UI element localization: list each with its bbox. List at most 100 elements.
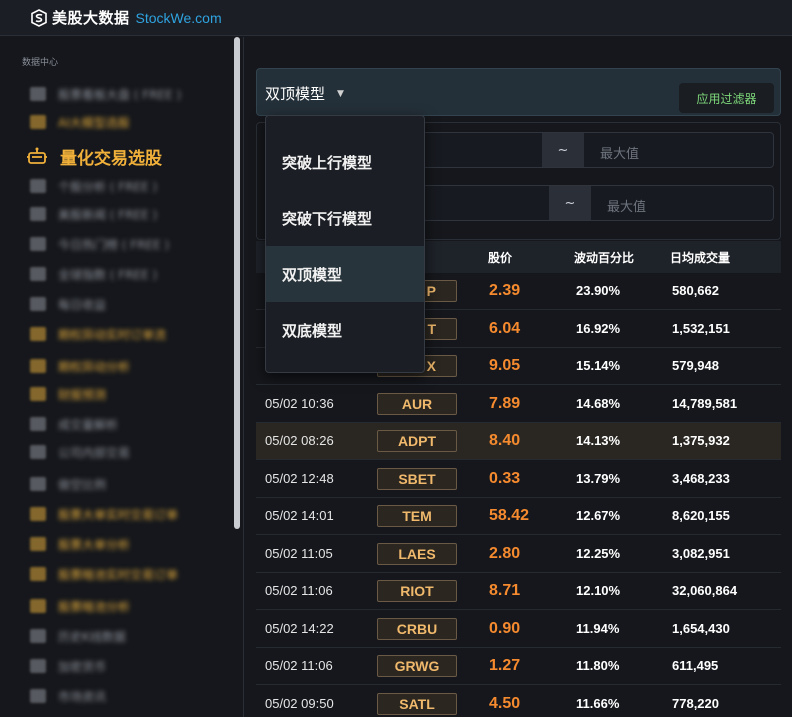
- sidebar-item-icon: [30, 659, 46, 673]
- sidebar-item[interactable]: 股票暗池实时交易订单: [30, 563, 178, 585]
- sidebar-item-active[interactable]: 量化交易选股: [26, 145, 162, 169]
- sidebar-item[interactable]: 历史K线数据: [30, 625, 126, 647]
- sidebar-item-label: 加密货币: [58, 659, 107, 674]
- sidebar-item-label: 美股新闻 ( FREE ): [58, 207, 158, 222]
- avg-volume-cell: 3,082,951: [672, 545, 730, 561]
- price-cell: 8.71: [489, 582, 521, 599]
- change-pct-cell: 12.67%: [576, 508, 621, 523]
- max-value-input[interactable]: 最大值: [607, 196, 646, 215]
- sidebar-item-icon: [30, 115, 46, 129]
- sidebar-item[interactable]: 个股分析 ( FREE ): [30, 175, 157, 197]
- avg-volume-cell: 1,375,932: [672, 433, 730, 448]
- change-pct-cell: 12.25%: [576, 545, 621, 561]
- avg-volume-cell: 8,620,155: [672, 508, 730, 523]
- price-cell: 2.39: [489, 282, 521, 299]
- sidebar-scrollbar[interactable]: [234, 37, 240, 529]
- sidebar-item[interactable]: 期权异动实时订单流: [30, 323, 166, 345]
- symbol-tag[interactable]: SBET: [377, 467, 457, 490]
- sidebar-item[interactable]: 加密货币: [30, 655, 106, 677]
- time-cell: 05/02 11:06: [265, 658, 333, 673]
- symbol-tag[interactable]: ADPT: [377, 430, 457, 452]
- table-row[interactable]: 05/02 11:06 GRWG 1.27 11.80% 611,495: [256, 648, 781, 685]
- time-cell: 05/02 14:22: [265, 620, 334, 636]
- change-pct-cell: 14.13%: [576, 433, 621, 448]
- sidebar-item-icon: [30, 207, 46, 221]
- sidebar-item-label: 每日收益: [58, 297, 107, 312]
- max-value-input[interactable]: 最大值: [600, 143, 639, 162]
- sidebar-item[interactable]: 财报预测: [30, 383, 106, 405]
- model-select[interactable]: 双顶模型 ▼: [265, 83, 344, 104]
- table-row[interactable]: 05/02 12:48 SBET 0.33 13.79% 3,468,233: [256, 461, 781, 498]
- symbol-tag[interactable]: AUR: [377, 392, 457, 415]
- sidebar-item[interactable]: 期权异动分析: [30, 355, 130, 377]
- price-cell: 1.27: [489, 657, 521, 674]
- time-cell: 05/02 12:48: [265, 470, 334, 486]
- sidebar-item[interactable]: 今日热门榜 ( FREE ): [30, 233, 169, 255]
- sidebar-item[interactable]: 做空比例: [30, 473, 106, 495]
- sidebar-section-title: 数据中心: [22, 58, 59, 68]
- dropdown-option[interactable]: 双顶模型: [266, 246, 424, 302]
- sidebar-item[interactable]: 成交量解析: [30, 413, 118, 435]
- table-row[interactable]: 05/02 10:36 AUR 7.89 14.68% 14,789,581: [256, 386, 781, 423]
- filter-bar: 双顶模型 ▼ 应用过滤器: [256, 68, 781, 116]
- model-select-value: 双顶模型: [265, 85, 326, 103]
- column-header-price[interactable]: 股价: [488, 249, 512, 266]
- time-cell: 05/02 14:01: [265, 508, 334, 523]
- brand-name[interactable]: 美股大数据: [52, 7, 130, 28]
- table-row[interactable]: 05/02 08:26 ADPT 8.40 14.13% 1,375,932: [256, 423, 781, 460]
- price-cell: 4.50: [489, 694, 521, 712]
- price-cell: 7.89: [489, 394, 521, 412]
- sidebar-item-label: 股票暗池分析: [58, 599, 131, 614]
- table-row[interactable]: 05/02 09:50 SATL 4.50 11.66% 778,220: [256, 686, 781, 717]
- sidebar-item[interactable]: 股票暗池分析: [30, 595, 130, 617]
- range-separator: ~: [542, 133, 584, 167]
- sidebar-item[interactable]: 市场资讯: [30, 685, 106, 707]
- sidebar-item-icon: [30, 387, 46, 401]
- sidebar-item-label: AI大模型选股: [58, 115, 130, 130]
- avg-volume-cell: 580,662: [672, 283, 719, 298]
- sidebar-item-label: 股票大单分析: [58, 537, 131, 552]
- apply-filter-button[interactable]: 应用过滤器: [679, 83, 774, 113]
- caret-down-icon: ▼: [337, 88, 344, 99]
- dropdown-option[interactable]: 突破上行模型: [266, 134, 424, 190]
- table-row[interactable]: 05/02 14:01 TEM 58.42 12.67% 8,620,155: [256, 498, 781, 535]
- sidebar-item-icon: [30, 599, 46, 613]
- sidebar-item-icon: [30, 445, 46, 459]
- sidebar-item[interactable]: 全球指数 ( FREE ): [30, 263, 157, 285]
- sidebar-item[interactable]: 公司内部交易: [30, 441, 130, 463]
- dropdown-option[interactable]: 双底模型: [266, 302, 424, 358]
- sidebar-item-label: 公司内部交易: [58, 445, 131, 460]
- symbol-tag[interactable]: GRWG: [377, 655, 457, 677]
- logo-icon[interactable]: [30, 8, 48, 27]
- change-pct-cell: 16.92%: [576, 320, 621, 336]
- change-pct-cell: 11.66%: [576, 695, 620, 711]
- symbol-tag[interactable]: CRBU: [377, 617, 457, 640]
- symbol-tag[interactable]: TEM: [377, 505, 457, 527]
- avg-volume-cell: 32,060,864: [672, 583, 738, 598]
- sidebar-item-label: 全球指数 ( FREE ): [58, 267, 158, 282]
- price-cell: 6.04: [489, 319, 521, 337]
- symbol-tag[interactable]: LAES: [377, 542, 457, 565]
- sidebar-item[interactable]: 每日收益: [30, 293, 106, 315]
- column-header-change-pct[interactable]: 波动百分比: [574, 249, 634, 266]
- price-cell: 8.40: [489, 432, 521, 449]
- column-header-avg-volume[interactable]: 日均成交量: [670, 249, 730, 266]
- price-cell: 0.90: [489, 619, 521, 637]
- sidebar-item[interactable]: 股票大单实时交易订单: [30, 503, 178, 525]
- table-row[interactable]: 05/02 11:05 LAES 2.80 12.25% 3,082,951: [256, 536, 781, 573]
- table-row[interactable]: 05/02 14:22 CRBU 0.90 11.94% 1,654,430: [256, 611, 781, 648]
- sidebar-item[interactable]: 股票大单分析: [30, 533, 130, 555]
- sidebar: 数据中心 股票看板大盘 ( FREE ) AI大模型选股个股分析 ( FREE )…: [0, 37, 244, 717]
- sidebar-item-label: 股票暗池实时交易订单: [58, 567, 179, 582]
- sidebar-item[interactable]: 美股新闻 ( FREE ): [30, 203, 157, 225]
- symbol-tag[interactable]: SATL: [377, 692, 457, 715]
- sidebar-item[interactable]: AI大模型选股: [30, 111, 130, 133]
- avg-volume-cell: 14,789,581: [672, 395, 738, 411]
- change-pct-cell: 11.80%: [576, 658, 620, 673]
- symbol-tag[interactable]: RIOT: [377, 580, 457, 602]
- sidebar-item-label: 股票大单实时交易订单: [58, 507, 179, 522]
- sidebar-item[interactable]: 股票看板大盘 ( FREE ): [30, 83, 181, 105]
- brand-domain[interactable]: StockWe.com: [136, 10, 222, 26]
- table-row[interactable]: 05/02 11:06 RIOT 8.71 12.10% 32,060,864: [256, 573, 781, 610]
- dropdown-option[interactable]: 突破下行模型: [266, 190, 424, 246]
